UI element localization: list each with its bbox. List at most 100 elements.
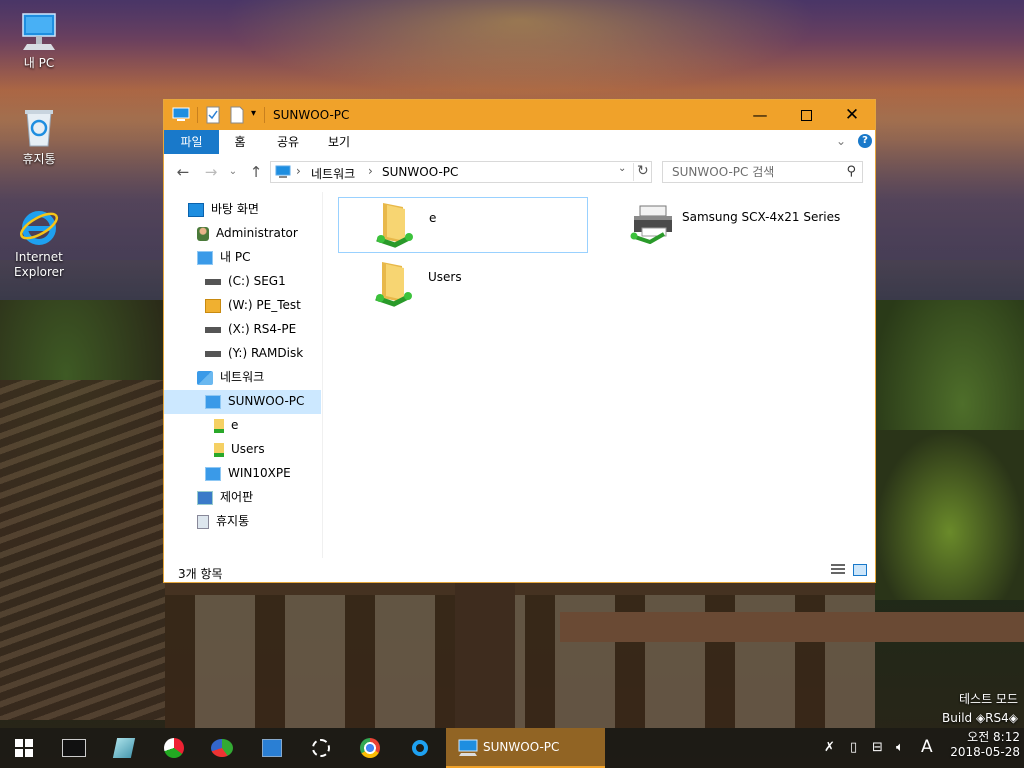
- new-folder-icon[interactable]: [229, 106, 245, 124]
- chrome-icon: [360, 738, 380, 758]
- address-bar[interactable]: › 네트워크 › SUNWOO-PC ⌄ ↻: [270, 161, 652, 183]
- item-printer-samsung[interactable]: Samsung SCX-4x21 Series: [628, 197, 868, 253]
- drive-icon: [205, 278, 221, 285]
- item-share-users[interactable]: Users: [338, 257, 588, 313]
- nav-item-network[interactable]: 네트워크: [197, 366, 264, 388]
- item-label: Users: [428, 270, 462, 284]
- desktop-icon-label: Internet Explorer: [14, 250, 64, 279]
- tab-home[interactable]: 홈: [224, 130, 256, 154]
- desktop-icon-label: 휴지통: [22, 152, 56, 166]
- nav-item-drive-y[interactable]: (Y:) RAMDisk: [205, 342, 303, 364]
- nav-item-label: 바탕 화면: [211, 202, 259, 216]
- nav-item-share-users[interactable]: Users: [214, 438, 265, 460]
- taskbar-app-4[interactable]: [198, 728, 246, 768]
- divider: [633, 163, 634, 181]
- partition-app-icon: [211, 739, 233, 757]
- taskbar-internet-explorer[interactable]: [396, 728, 444, 768]
- recent-locations-button[interactable]: ⌄: [224, 163, 242, 181]
- status-bar: 3개 항목: [164, 560, 875, 582]
- taskbar-command-prompt[interactable]: [50, 728, 98, 768]
- taskbar-app-5[interactable]: [248, 728, 296, 768]
- address-dropdown-icon[interactable]: ⌄: [618, 163, 626, 174]
- recycle-bin-icon: [197, 514, 209, 529]
- windows-logo-icon: [15, 739, 33, 757]
- nav-item-label: (X:) RS4-PE: [228, 322, 297, 336]
- tray-network-warning-icon[interactable]: ✗: [824, 740, 835, 755]
- navigation-bar: ← → ⌄ ↑ › 네트워크 › SUNWOO-PC ⌄ ↻ SUNWOO-PC…: [164, 154, 875, 190]
- nav-item-sunwoo-pc[interactable]: SUNWOO-PC: [205, 390, 304, 412]
- up-button[interactable]: ↑: [247, 163, 265, 181]
- close-button[interactable]: ✕: [829, 100, 875, 130]
- nav-item-label: 휴지통: [216, 514, 250, 528]
- nav-item-label: Users: [231, 442, 265, 456]
- desktop-icon-internet-explorer[interactable]: Internet Explorer: [8, 204, 70, 280]
- recycle-bin-icon: [25, 110, 53, 147]
- search-input[interactable]: SUNWOO-PC 검색 ⚲: [662, 161, 863, 183]
- nav-item-label: (W:) PE_Test: [228, 298, 301, 312]
- nav-item-administrator[interactable]: Administrator: [197, 222, 298, 244]
- computer-icon: [22, 13, 56, 50]
- taskbar-clock[interactable]: 오전 8:12 2018-05-28: [930, 730, 1020, 760]
- network-computer-icon: [262, 739, 282, 757]
- desktop-icon-recycle-bin[interactable]: 휴지통: [8, 106, 70, 167]
- search-icon: ⚲: [846, 164, 856, 179]
- taskbar-explorer-window[interactable]: SUNWOO-PC: [446, 728, 605, 768]
- desktop-icon-label: 내 PC: [23, 56, 55, 70]
- close-icon: ✕: [844, 105, 860, 125]
- nav-item-drive-w[interactable]: (W:) PE_Test: [205, 294, 301, 316]
- content-pane: e Samsung SCX-4x21 Series Users: [323, 192, 875, 558]
- start-button[interactable]: [0, 728, 48, 768]
- nav-item-win10xpe[interactable]: WIN10XPE: [205, 462, 291, 484]
- refresh-icon[interactable]: ↻: [637, 163, 649, 179]
- tray-volume-icon[interactable]: 🔈︎: [896, 740, 904, 755]
- forward-button[interactable]: →: [202, 163, 220, 181]
- help-icon[interactable]: ?: [858, 134, 872, 148]
- desktop-icon-my-pc[interactable]: 내 PC: [8, 10, 70, 71]
- minimize-icon: —: [752, 106, 768, 124]
- details-view-icon[interactable]: [831, 564, 845, 576]
- nav-item-drive-c[interactable]: (C:) SEG1: [205, 270, 286, 292]
- watermark-line: 테스트 모드: [958, 692, 1018, 706]
- tray-network-icon[interactable]: ⊟: [872, 740, 883, 755]
- divider: [197, 107, 198, 123]
- computer-icon: [205, 466, 221, 481]
- tab-view[interactable]: 보기: [319, 130, 359, 154]
- expand-ribbon-icon[interactable]: ⌄: [836, 134, 846, 148]
- breadcrumb-network[interactable]: 네트워크: [311, 165, 355, 182]
- wallpaper-post: [455, 583, 515, 728]
- title-bar[interactable]: ▾ SUNWOO-PC — ✕: [164, 100, 875, 130]
- tray-usb-icon[interactable]: ▯: [850, 740, 857, 755]
- nav-item-recycle-bin[interactable]: 휴지통: [197, 510, 249, 532]
- nav-item-share-e[interactable]: e: [214, 414, 238, 436]
- breadcrumb-computer[interactable]: SUNWOO-PC: [382, 165, 458, 179]
- breadcrumb-chevron-icon: ›: [368, 164, 373, 178]
- minimize-button[interactable]: —: [737, 100, 783, 130]
- taskbar-app-3[interactable]: [150, 728, 198, 768]
- nav-item-control-panel[interactable]: 제어판: [197, 486, 253, 508]
- maximize-button[interactable]: [783, 100, 829, 130]
- taskbar-app-2[interactable]: [100, 728, 148, 768]
- nav-item-this-pc[interactable]: 내 PC: [197, 246, 250, 268]
- nav-item-desktop[interactable]: 바탕 화면: [188, 198, 259, 220]
- tab-share[interactable]: 공유: [268, 130, 308, 154]
- back-button[interactable]: ←: [174, 163, 192, 181]
- computer-icon: [458, 739, 478, 756]
- nav-item-drive-x[interactable]: (X:) RS4-PE: [205, 318, 296, 340]
- clock-date: 2018-05-28: [950, 745, 1020, 759]
- nav-item-label: 네트워크: [220, 370, 265, 384]
- large-icons-view-icon[interactable]: [853, 564, 867, 576]
- item-share-e[interactable]: e: [338, 197, 588, 253]
- taskbar-chrome[interactable]: [346, 728, 394, 768]
- pie-app-icon: [164, 738, 184, 758]
- tab-file[interactable]: 파일: [164, 130, 219, 154]
- clock-time: 오전 8:12: [967, 730, 1020, 744]
- test-mode-watermark: 테스트 모드 Build ◈RS4◈: [920, 690, 1018, 728]
- taskbar-app-6[interactable]: [297, 728, 345, 768]
- maximize-icon: [800, 109, 812, 121]
- wallpaper-rail: [560, 612, 1024, 642]
- window-title: SUNWOO-PC: [273, 108, 350, 122]
- properties-icon[interactable]: [205, 106, 221, 124]
- quick-access-dropdown-icon[interactable]: ▾: [251, 108, 256, 119]
- ribbon-tabs: 파일 홈 공유 보기 ⌄ ?: [164, 130, 875, 154]
- divider: [264, 107, 265, 123]
